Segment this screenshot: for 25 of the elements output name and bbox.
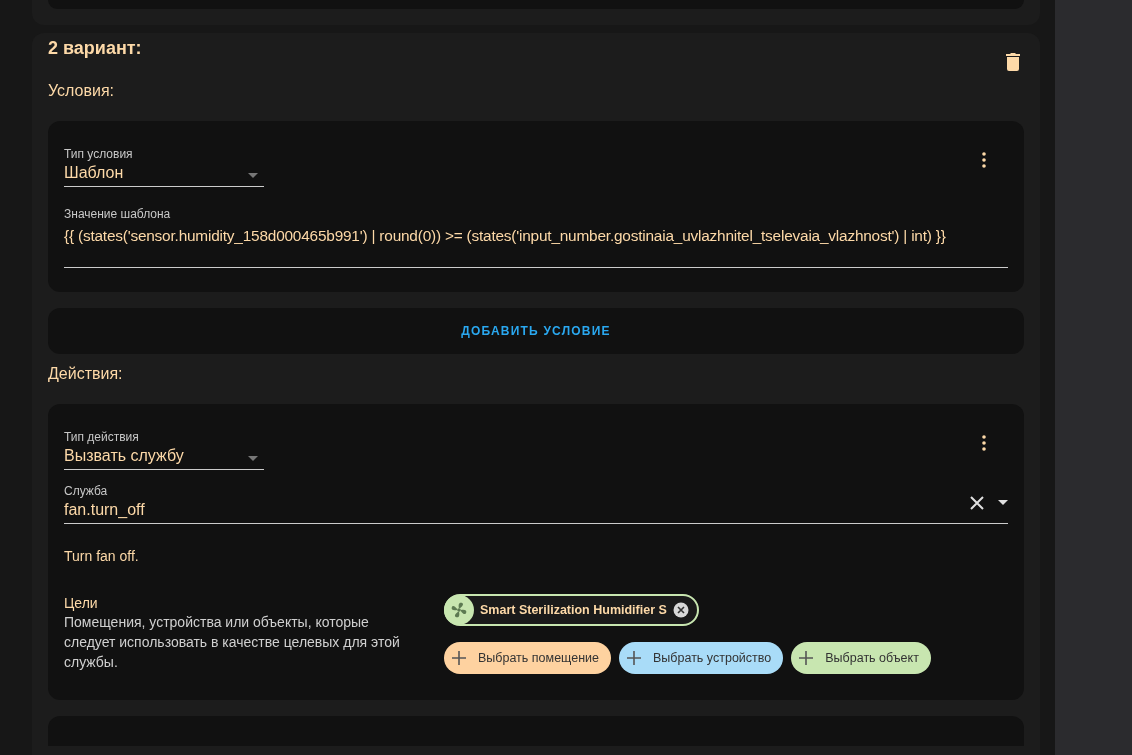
variant-title: 2 вариант: [48,37,142,59]
plus-icon [452,651,466,665]
plus-icon [627,651,642,665]
service-field[interactable]: Служба fan.turn_off [64,484,1008,524]
trash-icon[interactable] [1006,53,1020,71]
targets-help-text: Помещения, устройства или объекты, которые следует использовать в качестве целевых для этой службы. [64,613,401,672]
actions-heading: Действия: [48,364,124,384]
more-icon[interactable] [982,435,986,451]
action-type-select[interactable]: Тип действия Вызвать службу [64,430,264,470]
conditions-heading: Условия: [48,81,116,101]
template-field[interactable]: Значение шаблона {{ (states('sensor.humidity_158d000465b991') | round(0)) >= (states('input_number.gostinaia_uvlazhnitel_tselevaia_vlazhnost') | int) }} [64,207,1008,268]
entity-chip[interactable]: Smart Sterilization Humidifier S [444,594,699,626]
more-icon[interactable] [982,152,986,168]
picker-button[interactable]: Выбрать устройство [619,642,784,674]
dropdown-caret-icon[interactable] [998,500,1008,505]
add-condition-button[interactable]: ДОБАВИТЬ УСЛОВИЕ [48,308,1024,354]
clear-icon[interactable] [970,495,984,510]
service-description: Turn fan off. [64,548,140,564]
picker-button[interactable]: Выбрать объект [791,642,931,674]
plus-icon [799,651,814,665]
fan-icon [450,601,468,619]
targets-label: Цели [64,594,99,612]
picker-button[interactable]: Выбрать помещение [444,642,612,674]
condition-type-select[interactable]: Тип условия Шаблон [64,147,264,187]
remove-icon[interactable] [672,602,689,618]
